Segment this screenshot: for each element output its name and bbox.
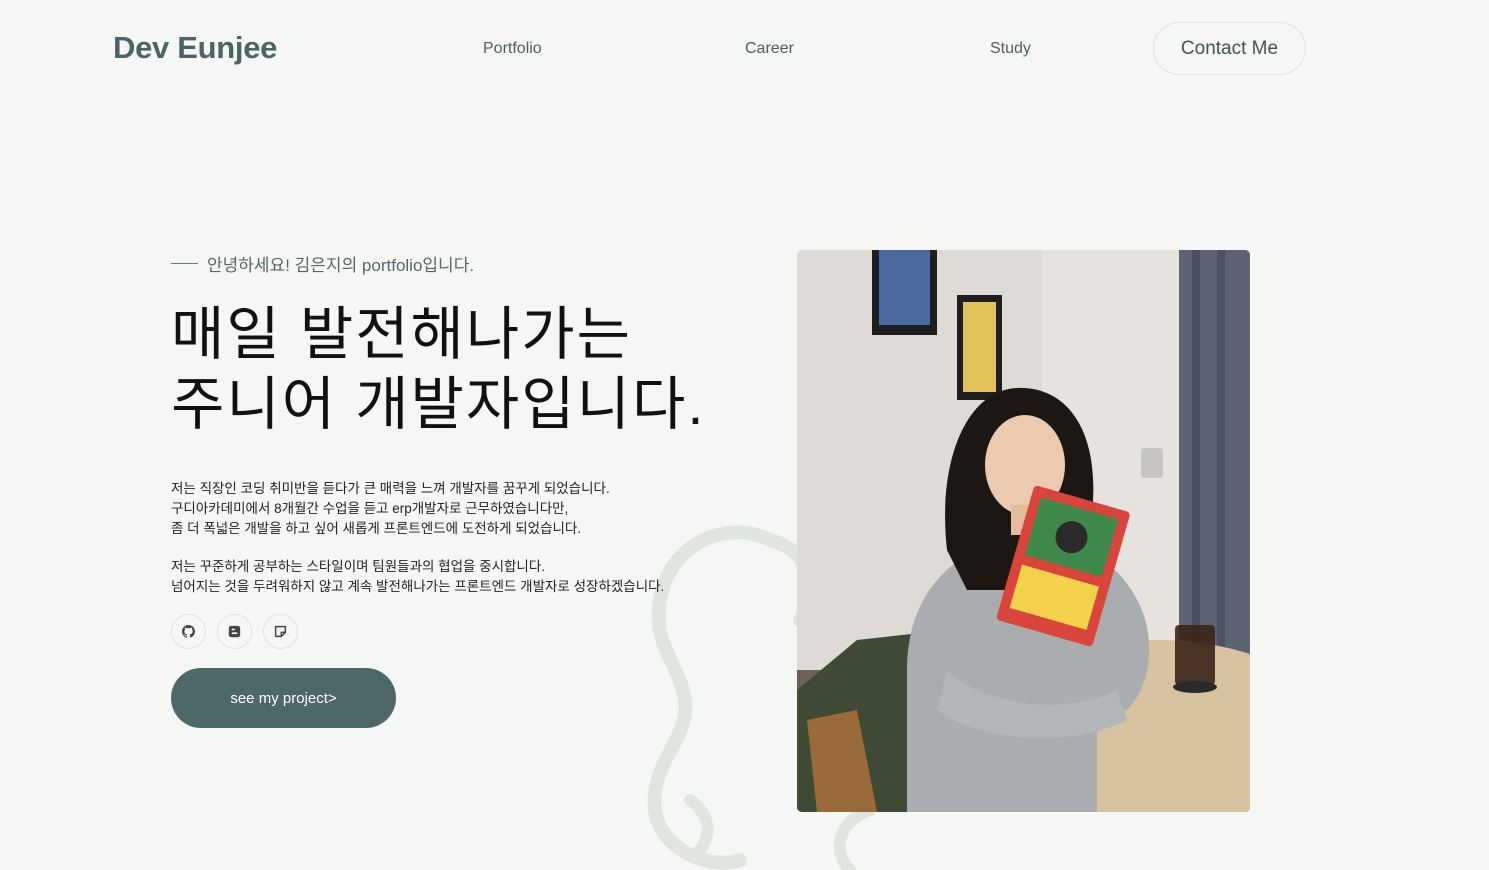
- blog-icon: [228, 625, 241, 638]
- intro-line: 넘어지는 것을 두려워하지 않고 계속 발전해나가는 프론트엔드 개발자로 성장…: [171, 579, 665, 594]
- greeting-text: 안녕하세요! 김은지의 portfolio입니다.: [207, 256, 475, 275]
- see-my-project-button[interactable]: see my project>: [171, 668, 396, 728]
- intro-line: 저는 직장인 코딩 취미반을 듣다가 큰 매력을 느껴 개발자를 꿈꾸게 되었습…: [171, 481, 610, 496]
- blog-link-button[interactable]: [217, 614, 252, 649]
- headline-line-2: 주니어 개발자입니다.: [171, 372, 706, 437]
- intro-line: 구디아카데미에서 8개월간 수업을 듣고 erp개발자로 근무하였습니다만,: [171, 501, 569, 516]
- greeting-dash: [171, 263, 198, 264]
- note-icon: [274, 625, 287, 638]
- note-link-button[interactable]: [263, 614, 298, 649]
- headline-line-1: 매일 발전해나가는: [171, 302, 632, 367]
- greeting: 안녕하세요! 김은지의 portfolio입니다.: [171, 251, 474, 276]
- github-icon: [182, 625, 195, 638]
- site-logo[interactable]: Dev Eunjee: [113, 30, 277, 66]
- social-links: [171, 614, 298, 649]
- contact-me-button[interactable]: Contact Me: [1153, 22, 1306, 75]
- profile-photo: [797, 250, 1250, 812]
- nav-portfolio[interactable]: Portfolio: [483, 40, 542, 58]
- intro-line: 좀 더 폭넓은 개발을 하고 싶어 새롭게 프론트엔드에 도전하게 되었습니다.: [171, 521, 582, 536]
- nav-study[interactable]: Study: [990, 40, 1031, 58]
- hero-headline: 매일 발전해나가는 주니어 개발자입니다.: [171, 300, 705, 440]
- nav-career[interactable]: Career: [745, 40, 794, 58]
- intro-text: 저는 직장인 코딩 취미반을 듣다가 큰 매력을 느껴 개발자를 꿈꾸게 되었습…: [171, 479, 664, 597]
- github-link-button[interactable]: [171, 614, 206, 649]
- intro-line: 저는 꾸준하게 공부하는 스타일이며 팀원들과의 협업을 중시합니다.: [171, 559, 546, 574]
